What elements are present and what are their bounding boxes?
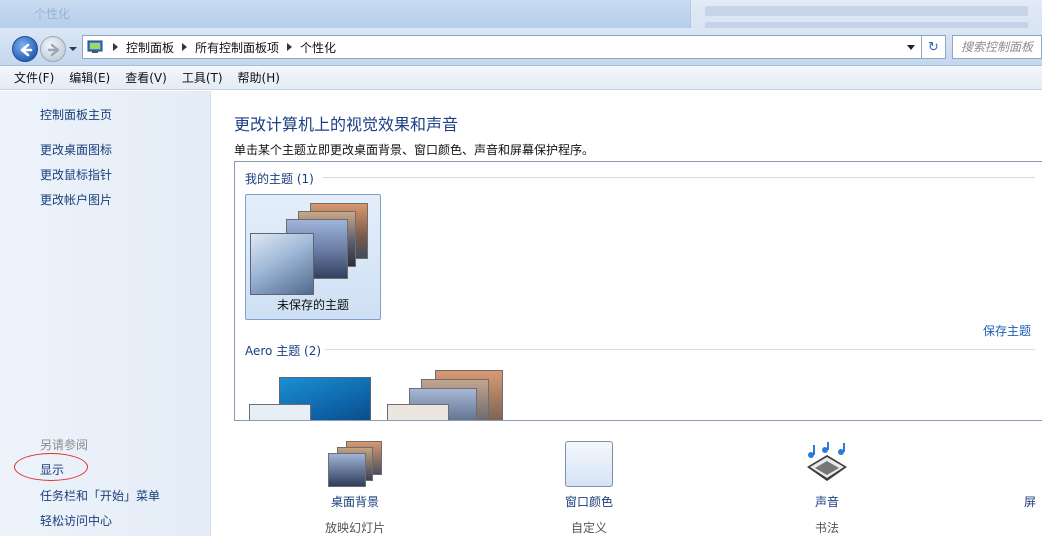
crumb-separator-icon[interactable] [113, 43, 118, 51]
sound-label[interactable]: 声音 [782, 493, 872, 510]
window-color-option[interactable]: 窗口颜色 自定义 [544, 441, 634, 536]
address-history-dropdown-icon[interactable] [907, 45, 915, 50]
main-content: 更改计算机上的视觉效果和声音 单击某个主题立即更改桌面背景、窗口颜色、声音和屏幕… [212, 91, 1042, 536]
crumb-separator-icon[interactable] [287, 43, 293, 51]
sound-status: 书法 [814, 521, 839, 535]
crumb-separator-icon[interactable] [182, 43, 188, 51]
menu-bar: 文件(F) 编辑(E) 查看(V) 工具(T) 帮助(H) [0, 66, 1042, 90]
window-color-label[interactable]: 窗口颜色 [544, 493, 634, 510]
page-title: 更改计算机上的视觉效果和声音 [234, 115, 459, 134]
desktop-background-label[interactable]: 桌面背景 [300, 493, 410, 510]
refresh-button[interactable]: ↻ [922, 35, 946, 59]
screensaver-option[interactable]: 屏 [1024, 493, 1042, 510]
arrow-right-icon [47, 43, 60, 57]
breadcrumb-control-panel[interactable]: 控制面板 [126, 39, 174, 56]
desktop-background-option[interactable]: 桌面背景 放映幻灯片 [300, 441, 410, 536]
recent-pages-dropdown-icon[interactable] [68, 44, 78, 54]
theme-window-preview [387, 404, 449, 420]
window-color-status: 自定义 [570, 521, 607, 535]
theme-list[interactable]: 我的主题 (1) 未保存的主题 保存主题 Aero 主题 (2) [234, 161, 1042, 421]
navigation-bar: 控制面板 所有控制面板项 个性化 ↻ 搜索控制面板 [0, 28, 1042, 66]
ease-of-access-center-link[interactable]: 轻松访问中心 [40, 512, 112, 529]
arrow-left-icon [20, 43, 33, 57]
search-input[interactable]: 搜索控制面板 [952, 35, 1042, 59]
control-panel-icon [87, 40, 105, 54]
refresh-icon: ↻ [928, 39, 939, 55]
desktop-background-icon [326, 441, 384, 487]
change-account-picture-link[interactable]: 更改帐户图片 [40, 191, 112, 208]
screensaver-label[interactable]: 屏 [1024, 493, 1042, 510]
theme-unsaved[interactable]: 未保存的主题 [245, 194, 381, 320]
address-bar[interactable]: 控制面板 所有控制面板项 个性化 [82, 35, 922, 59]
window-color-icon [565, 441, 613, 487]
left-task-pane: 控制面板主页 更改桌面图标 更改鼠标指针 更改帐户图片 另请参阅 显示 任务栏和… [0, 91, 211, 536]
theme-window-preview [250, 233, 314, 295]
menu-view[interactable]: 查看(V) [125, 69, 167, 86]
sound-icon [807, 442, 847, 481]
change-desktop-icons-link[interactable]: 更改桌面图标 [40, 141, 112, 158]
breadcrumb-all-items[interactable]: 所有控制面板项 [195, 39, 279, 56]
aero-themes-header: Aero 主题 (2) [245, 344, 322, 358]
change-mouse-pointers-link[interactable]: 更改鼠标指针 [40, 166, 112, 183]
page-description: 单击某个主题立即更改桌面背景、窗口颜色、声音和屏幕保护程序。 [234, 143, 595, 157]
theme-window-preview [249, 404, 311, 420]
menu-file[interactable]: 文件(F) [14, 69, 54, 86]
menu-tools[interactable]: 工具(T) [182, 69, 223, 86]
sound-option[interactable]: 声音 书法 [782, 441, 872, 536]
display-link[interactable]: 显示 [40, 461, 64, 478]
see-also-heading: 另请参阅 [40, 438, 89, 452]
breadcrumb-personalization[interactable]: 个性化 [300, 39, 336, 56]
menu-help[interactable]: 帮助(H) [238, 69, 280, 86]
save-theme-link[interactable]: 保存主题 [983, 322, 1031, 339]
theme-label: 未保存的主题 [276, 298, 349, 312]
forward-button[interactable] [40, 36, 66, 62]
taskbar-start-menu-link[interactable]: 任务栏和「开始」菜单 [40, 487, 160, 504]
menu-edit[interactable]: 编辑(E) [69, 69, 110, 86]
desktop-background-status: 放映幻灯片 [324, 521, 385, 535]
window-title: 个性化 [34, 7, 71, 21]
back-button[interactable] [12, 36, 38, 62]
control-panel-home-link[interactable]: 控制面板主页 [40, 106, 112, 123]
my-themes-header: 我的主题 (1) [245, 172, 314, 186]
